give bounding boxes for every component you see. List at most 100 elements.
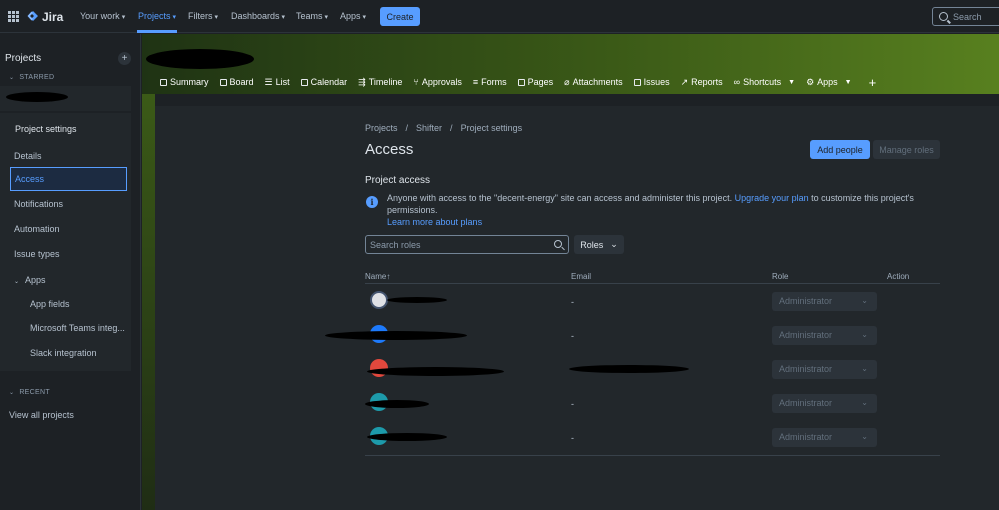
tab-label: Reports bbox=[691, 77, 723, 87]
tab-issues[interactable]: Issues bbox=[633, 77, 670, 87]
tab-label: Board bbox=[229, 77, 254, 87]
breadcrumb-shifter[interactable]: Shifter bbox=[416, 123, 442, 133]
learn-more-plans-link[interactable]: Learn more about plans bbox=[387, 217, 482, 227]
sidebar-item-slack[interactable]: Slack integration bbox=[30, 348, 97, 358]
redacted-user-name bbox=[365, 400, 429, 408]
view-all-projects-link[interactable]: View all projects bbox=[9, 410, 74, 420]
search-roles-input[interactable]: Search roles bbox=[365, 235, 569, 254]
role-select[interactable]: Administrator ⌄ bbox=[772, 326, 877, 345]
tab-forms[interactable]: ≡ Forms bbox=[473, 77, 507, 87]
project-access-heading: Project access bbox=[365, 175, 431, 186]
roles-filter-label: Roles bbox=[580, 239, 604, 250]
chevron-down-icon: ▾ bbox=[172, 14, 177, 21]
tab-board[interactable]: Board bbox=[219, 77, 254, 87]
sidebar-item-details[interactable]: Details bbox=[14, 151, 42, 161]
breadcrumb-projects[interactable]: Projects bbox=[365, 123, 398, 133]
global-search-input[interactable]: Search bbox=[932, 7, 999, 26]
chevron-down-icon: ▾ bbox=[281, 14, 286, 21]
chevron-down-icon: ⌄ bbox=[861, 432, 868, 441]
column-header-role: Role bbox=[772, 272, 789, 281]
role-select[interactable]: Administrator ⌄ bbox=[772, 394, 877, 413]
sidebar-item-access[interactable]: Access bbox=[10, 167, 127, 191]
project-settings-panel: Project settings Details Access Notifica… bbox=[0, 113, 131, 371]
nav-dashboards[interactable]: Dashboards ▾ bbox=[231, 11, 285, 21]
role-select[interactable]: Administrator ⌄ bbox=[772, 428, 877, 447]
column-header-label: Name bbox=[365, 272, 387, 281]
tab-label: Summary bbox=[170, 77, 209, 87]
chevron-down-icon: ▼ bbox=[788, 78, 796, 86]
breadcrumb-project-settings[interactable]: Project settings bbox=[461, 123, 523, 133]
jira-logo[interactable]: Jira bbox=[27, 9, 63, 24]
tab-label: Pages bbox=[527, 77, 554, 87]
chevron-down-icon: ⌄ bbox=[861, 330, 868, 339]
search-icon bbox=[554, 240, 562, 248]
upgrade-plan-link[interactable]: Upgrade your plan bbox=[735, 193, 809, 203]
board-icon bbox=[219, 78, 227, 86]
table-row: - Administrator ⌄ bbox=[365, 285, 940, 319]
redacted-user-name bbox=[387, 297, 447, 303]
manage-roles-button[interactable]: Manage roles bbox=[873, 140, 940, 159]
sidebar-item-app-fields[interactable]: App fields bbox=[30, 299, 70, 309]
recent-section-toggle[interactable]: ⌄ RECENT bbox=[9, 389, 50, 396]
nav-your-work[interactable]: Your work ▾ bbox=[80, 11, 125, 21]
nav-filters[interactable]: Filters ▾ bbox=[188, 11, 218, 21]
sidebar-item-apps[interactable]: ⌄ Apps bbox=[14, 275, 46, 285]
apps-gear-icon: ⚙ bbox=[806, 76, 815, 87]
column-header-name[interactable]: Name↑ bbox=[365, 272, 390, 281]
add-people-button[interactable]: Add people bbox=[810, 140, 870, 159]
issues-icon bbox=[633, 78, 641, 86]
create-button[interactable]: Create bbox=[380, 7, 420, 26]
role-select[interactable]: Administrator ⌄ bbox=[772, 360, 877, 379]
starred-project-item[interactable] bbox=[0, 86, 131, 111]
chevron-down-icon: ⌄ bbox=[861, 364, 868, 373]
pages-icon bbox=[517, 78, 525, 86]
nav-teams[interactable]: Teams ▾ bbox=[296, 11, 328, 21]
tab-timeline[interactable]: ⇶ Timeline bbox=[358, 77, 402, 88]
tab-reports[interactable]: ↗ Reports bbox=[681, 77, 723, 88]
sidebar-item-microsoft-teams[interactable]: Microsoft Teams integ... bbox=[30, 323, 125, 333]
email-cell: - bbox=[571, 331, 574, 341]
timeline-icon: ⇶ bbox=[358, 76, 366, 87]
tab-approvals[interactable]: ⑂ Approvals bbox=[413, 77, 461, 87]
info-text: Anyone with access to the "decent-energy… bbox=[387, 193, 733, 203]
list-icon: ☰ bbox=[264, 76, 273, 87]
tab-label: Apps bbox=[817, 77, 838, 87]
add-project-button[interactable]: + bbox=[118, 52, 131, 65]
sidebar-item-issue-types[interactable]: Issue types bbox=[14, 249, 60, 259]
email-cell: - bbox=[571, 297, 574, 307]
nav-projects[interactable]: Projects ▾ bbox=[138, 11, 176, 21]
chevron-down-icon: ▾ bbox=[324, 14, 329, 21]
chevron-down-icon: ⌄ bbox=[861, 398, 868, 407]
app-switcher-icon[interactable] bbox=[8, 11, 19, 22]
sidebar-item-label: Apps bbox=[25, 275, 46, 285]
email-cell: - bbox=[571, 399, 574, 409]
starred-section-toggle[interactable]: ⌄ STARRED bbox=[9, 74, 54, 81]
breadcrumb-separator: / bbox=[450, 123, 453, 133]
chevron-down-icon: ⌄ bbox=[861, 296, 868, 305]
search-icon bbox=[939, 12, 948, 21]
reports-icon: ↗ bbox=[680, 76, 689, 87]
tab-list[interactable]: ☰ List bbox=[265, 77, 290, 88]
sidebar-item-notifications[interactable]: Notifications bbox=[14, 199, 63, 209]
chevron-down-icon: ⌄ bbox=[9, 390, 15, 396]
sidebar-item-automation[interactable]: Automation bbox=[14, 224, 60, 234]
calendar-icon bbox=[300, 78, 308, 86]
tab-pages[interactable]: Pages bbox=[517, 77, 554, 87]
role-value: Administrator bbox=[779, 432, 833, 442]
nav-apps[interactable]: Apps ▾ bbox=[340, 11, 366, 21]
tab-label: Shortcuts bbox=[743, 77, 782, 87]
tab-label: Issues bbox=[643, 77, 670, 87]
search-placeholder: Search bbox=[953, 11, 982, 22]
role-select[interactable]: Administrator ⌄ bbox=[772, 292, 877, 311]
roles-filter-dropdown[interactable]: Roles ⌄ bbox=[574, 235, 624, 254]
banner-edge bbox=[142, 94, 155, 510]
tab-apps[interactable]: ⚙ Apps ▼ bbox=[806, 77, 852, 88]
tab-shortcuts[interactable]: ∞ Shortcuts ▼ bbox=[734, 77, 795, 87]
table-row: - Administrator ⌄ bbox=[325, 319, 940, 353]
search-roles-placeholder: Search roles bbox=[370, 240, 421, 250]
add-tab-plus-icon[interactable]: + bbox=[869, 75, 877, 90]
tab-attachments[interactable]: ⌀ Attachments bbox=[564, 77, 622, 88]
tab-summary[interactable]: Summary bbox=[160, 77, 209, 87]
tab-calendar[interactable]: Calendar bbox=[300, 77, 347, 87]
recent-label: RECENT bbox=[19, 389, 50, 396]
